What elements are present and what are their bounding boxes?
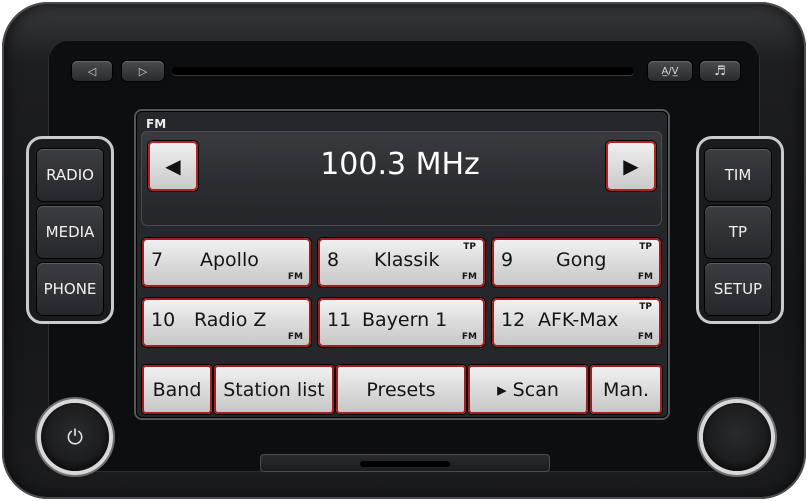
preset-name: AFK-Max xyxy=(538,309,619,331)
tp-indicator: TP xyxy=(639,302,652,312)
tim-button[interactable]: TIM xyxy=(705,149,771,201)
music-button[interactable]: ♬ xyxy=(700,61,740,81)
radio-button[interactable]: RADIO xyxy=(37,149,103,201)
tp-indicator: TP xyxy=(639,242,652,252)
band-indicator: FM xyxy=(637,272,653,282)
prev-track-button[interactable]: ◁ xyxy=(72,61,112,81)
frequency-display: 100.3 MHz xyxy=(320,147,480,182)
power-volume-knob[interactable]: ⏻ xyxy=(41,403,109,471)
band-button[interactable]: Band xyxy=(142,365,212,414)
media-button[interactable]: MEDIA xyxy=(37,206,103,258)
phone-button[interactable]: PHONE xyxy=(37,263,103,315)
presets-button[interactable]: Presets xyxy=(336,365,466,414)
tp-indicator: TP xyxy=(463,242,476,252)
preset-name: Radio Z xyxy=(194,309,267,331)
left-arrow-icon: ◀ xyxy=(165,154,181,178)
setup-button[interactable]: SETUP xyxy=(705,263,771,315)
seek-down-button[interactable]: ◀ xyxy=(148,141,198,191)
right-button-panel: TIM TP SETUP xyxy=(696,136,784,324)
band-label: FM xyxy=(146,117,167,131)
preset-name: Gong xyxy=(556,249,607,271)
preset-number: 12 xyxy=(501,309,526,331)
preset-button-9[interactable]: 9 Gong TP FM xyxy=(492,238,661,287)
manual-button[interactable]: Man. xyxy=(590,365,662,414)
preset-name: Bayern 1 xyxy=(362,309,448,331)
preset-number: 10 xyxy=(151,309,176,331)
band-indicator: FM xyxy=(287,272,303,282)
next-icon: ▷ xyxy=(138,64,148,78)
preset-button-11[interactable]: 11 Bayern 1 FM xyxy=(318,298,485,347)
left-button-panel: RADIO MEDIA PHONE xyxy=(26,136,114,324)
tune-knob[interactable] xyxy=(703,403,771,471)
seek-up-button[interactable]: ▶ xyxy=(606,141,656,191)
band-indicator: FM xyxy=(637,332,653,342)
display-mode-button[interactable]: A̲/V̲ xyxy=(648,61,692,81)
preset-button-12[interactable]: 12 AFK-Max TP FM xyxy=(492,298,661,347)
preset-number: 9 xyxy=(501,249,514,271)
scan-button[interactable]: ▸ Scan xyxy=(468,365,588,414)
preset-button-7[interactable]: 7 Apollo FM xyxy=(142,238,311,287)
preset-button-10[interactable]: 10 Radio Z FM xyxy=(142,298,311,347)
prev-icon: ◁ xyxy=(87,64,97,78)
power-icon: ⏻ xyxy=(67,425,83,449)
band-indicator: FM xyxy=(461,332,477,342)
preset-name: Klassik xyxy=(374,249,440,271)
display-mode-icon: A̲/V̲ xyxy=(661,65,679,77)
music-note-icon: ♬ xyxy=(714,63,726,79)
right-arrow-icon: ▶ xyxy=(623,154,639,178)
preset-name: Apollo xyxy=(200,249,259,271)
preset-number: 11 xyxy=(327,309,352,331)
tp-button[interactable]: TP xyxy=(705,206,771,258)
station-list-button[interactable]: Station list xyxy=(214,365,334,414)
preset-number: 8 xyxy=(327,249,340,271)
slot-opening xyxy=(360,461,450,467)
next-track-button[interactable]: ▷ xyxy=(122,61,164,81)
preset-button-8[interactable]: 8 Klassik TP FM xyxy=(318,238,485,287)
preset-number: 7 xyxy=(151,249,164,271)
band-indicator: FM xyxy=(287,332,303,342)
band-indicator: FM xyxy=(461,272,477,282)
cd-slot xyxy=(172,67,634,75)
